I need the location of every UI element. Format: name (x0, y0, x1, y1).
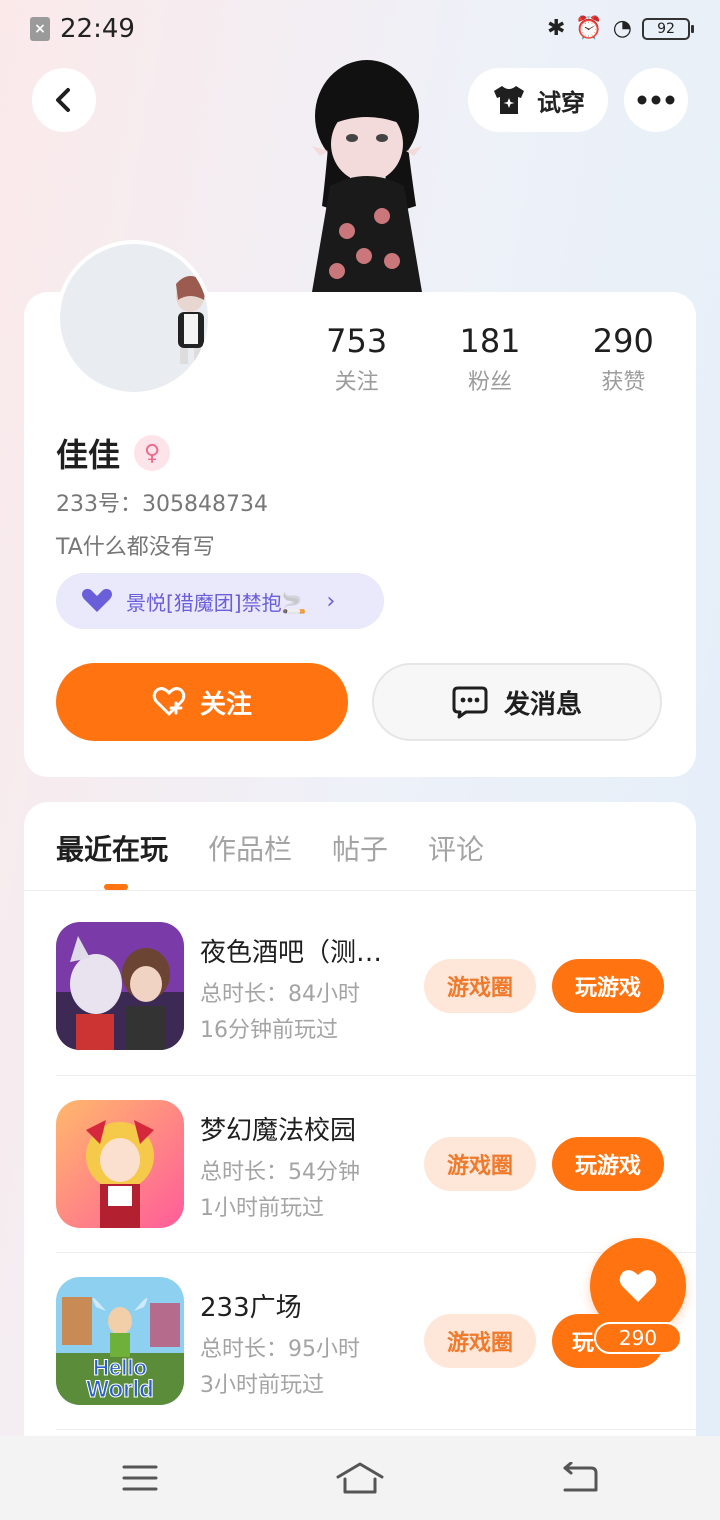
more-button[interactable] (624, 68, 688, 132)
avatar-3d-figure (312, 60, 422, 292)
game-circle-button[interactable]: 游戏圈 (424, 1137, 536, 1191)
notification-icon: × (30, 17, 50, 41)
row-divider (56, 1429, 696, 1430)
status-time: 22:49 (60, 14, 135, 44)
message-icon (452, 686, 488, 719)
name-row: 佳佳 ♀ (56, 430, 171, 476)
follow-label: 关注 (199, 689, 252, 720)
stat-likes[interactable]: 290 获赞 (557, 322, 690, 396)
bluetooth-icon: ✱ (546, 16, 566, 41)
home-button[interactable] (330, 1456, 390, 1500)
back-icon (56, 88, 70, 112)
row-divider (56, 1252, 696, 1253)
stat-followers[interactable]: 181 粉丝 (423, 322, 556, 396)
guild-badge[interactable]: 景悦[猎魔团]禁抱🚬 › (56, 573, 384, 629)
message-label: 发消息 (503, 689, 582, 720)
game-title: 梦幻魔法校园 (200, 1116, 357, 1146)
game-icon: Hello World (56, 1277, 184, 1405)
stats-row: 753 关注 181 粉丝 290 获赞 (290, 322, 690, 396)
stat-label: 关注 (334, 370, 379, 395)
battery-icon: 92 (642, 17, 694, 40)
back-button[interactable] (32, 68, 96, 132)
female-icon: ♀ (134, 435, 171, 471)
system-nav-bar (0, 1436, 720, 1520)
tab-posts[interactable]: 帖子 (332, 828, 388, 868)
game-icon (56, 1100, 184, 1228)
game-circle-button[interactable]: 游戏圈 (424, 1314, 536, 1368)
user-bio: TA什么都没有写 (56, 535, 215, 560)
stat-value: 753 (326, 322, 388, 360)
menu-icon (122, 1465, 158, 1491)
try-on-button[interactable]: 试穿 (468, 68, 608, 132)
play-game-button[interactable]: 玩游戏 (552, 959, 664, 1013)
tab-comments[interactable]: 评论 (428, 828, 484, 868)
game-circle-button[interactable]: 游戏圈 (424, 959, 536, 1013)
stat-label: 获赞 (601, 370, 646, 395)
game-title: 233广场 (200, 1293, 302, 1323)
game-title: 夜色酒吧（测… (200, 938, 383, 968)
try-on-label: 试穿 (537, 88, 585, 117)
more-icon (637, 95, 675, 105)
user-id: 233号：305848734 (56, 492, 268, 517)
like-button[interactable] (590, 1238, 686, 1334)
guild-name: 景悦[猎魔团]禁抱🚬 (126, 590, 307, 615)
follow-button[interactable]: 关注 (56, 663, 348, 741)
game-playtime: 总时长：84小时 (200, 982, 360, 1007)
tab-bar: 最近在玩 作品栏 帖子 评论 (56, 828, 484, 868)
alarm-icon: ⏰ (575, 16, 603, 41)
tab-divider (24, 890, 696, 891)
play-game-button[interactable]: 玩游戏 (552, 1137, 664, 1191)
stat-following[interactable]: 753 关注 (290, 322, 423, 396)
game-playtime: 总时长：95小时 (200, 1337, 360, 1362)
return-icon (563, 1462, 598, 1492)
follow-heart-icon (152, 687, 186, 716)
wifi-icon: ◔ (612, 16, 632, 41)
like-count: 290 (594, 1322, 682, 1354)
game-last-played: 16分钟前玩过 (200, 1018, 338, 1043)
user-name: 佳佳 (56, 436, 121, 474)
tab-works[interactable]: 作品栏 (208, 828, 292, 868)
status-bar: × 22:49 ✱ ⏰ ◔ 92 (0, 0, 720, 56)
home-icon (336, 1462, 384, 1494)
stat-value: 181 (459, 322, 521, 360)
status-left: × 22:49 (30, 14, 135, 44)
list-item[interactable]: 梦幻魔法校园 总时长：54分钟 1小时前玩过 游戏圈 玩游戏 (56, 1100, 696, 1276)
list-item[interactable]: 夜色酒吧（测… 总时长：84小时 16分钟前玩过 游戏圈 玩游戏 (56, 922, 696, 1098)
avatar[interactable] (56, 240, 212, 396)
heart-icon (82, 588, 112, 612)
status-right: ✱ ⏰ ◔ 92 (546, 16, 694, 41)
shirt-icon (494, 86, 524, 114)
heart-icon (619, 1270, 657, 1302)
game-playtime: 总时长：54分钟 (200, 1160, 360, 1185)
row-divider (56, 1075, 696, 1076)
game-icon (56, 922, 184, 1050)
menu-button[interactable] (110, 1456, 170, 1500)
back-nav-button[interactable] (550, 1456, 610, 1500)
svg-text:World: World (86, 1376, 154, 1403)
chevron-right-icon: › (326, 588, 336, 614)
message-button[interactable]: 发消息 (372, 663, 662, 741)
tab-recently-played[interactable]: 最近在玩 (56, 828, 168, 868)
game-last-played: 3小时前玩过 (200, 1373, 324, 1398)
game-last-played: 1小时前玩过 (200, 1196, 324, 1221)
stat-label: 粉丝 (467, 370, 512, 395)
stat-value: 290 (592, 322, 654, 360)
